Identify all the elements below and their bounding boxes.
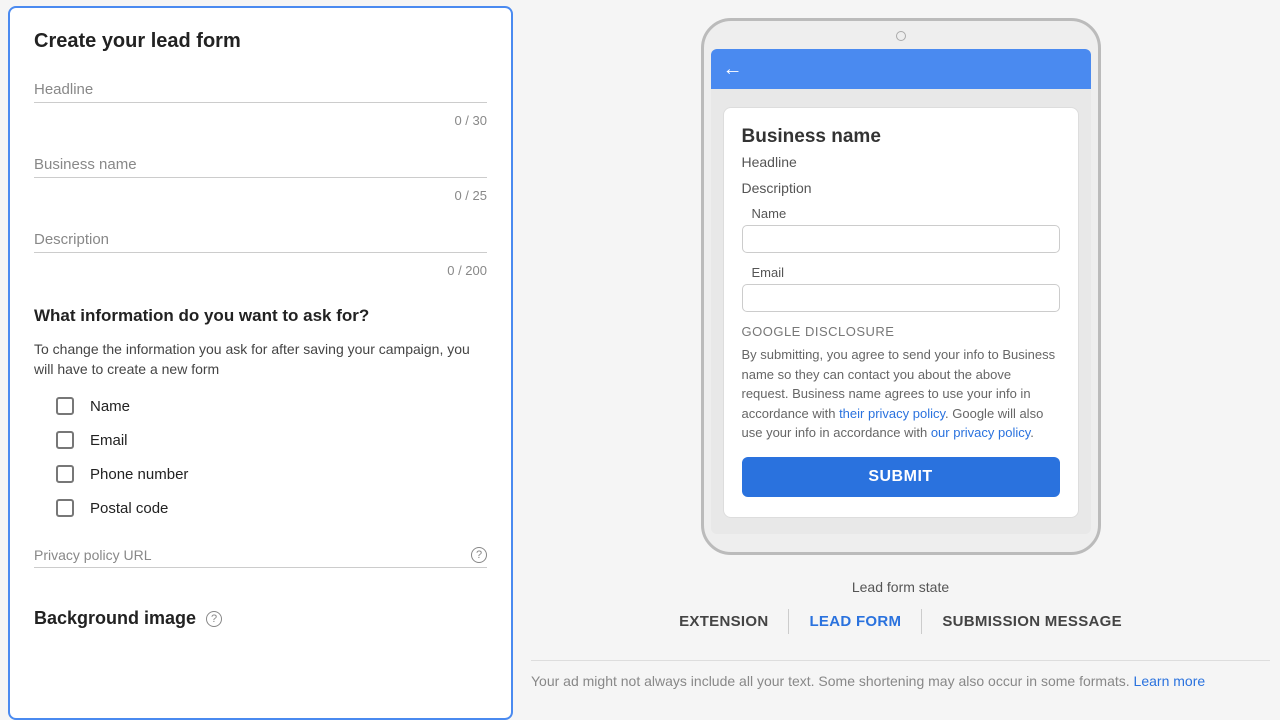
checkbox-row-phone[interactable]: Phone number <box>34 465 487 483</box>
phone-body: Business name Headline Description Name … <box>711 89 1091 534</box>
left-form-panel: Create your lead form Headline 0 / 30 Bu… <box>8 6 513 720</box>
lead-form-state-label: Lead form state <box>531 579 1270 595</box>
disclosure-part3: . <box>1030 425 1034 440</box>
checkbox-postal-label: Postal code <box>90 500 168 517</box>
checkbox-name-label: Name <box>90 398 130 415</box>
our-privacy-policy-link[interactable]: our privacy policy <box>931 425 1030 440</box>
ask-info-heading: What information do you want to ask for? <box>34 306 487 326</box>
privacy-policy-row: Privacy policy URL ? <box>34 547 487 568</box>
preview-email-input[interactable] <box>742 284 1060 312</box>
checkbox-email[interactable] <box>56 431 74 449</box>
preview-area: ← Business name Headline Description Nam… <box>521 0 1280 720</box>
preview-headline: Headline <box>742 154 1060 170</box>
headline-char-count: 0 / 30 <box>34 113 487 128</box>
state-tabs: EXTENSION LEAD FORM SUBMISSION MESSAGE <box>531 609 1270 634</box>
headline-input[interactable]: Headline <box>34 81 487 103</box>
checkbox-phone-label: Phone number <box>90 466 188 483</box>
tab-submission-message[interactable]: SUBMISSION MESSAGE <box>922 609 1142 634</box>
preview-name-label: Name <box>742 206 1060 221</box>
back-arrow-icon[interactable]: ← <box>723 58 743 81</box>
description-input[interactable]: Description <box>34 231 487 253</box>
preview-email-label: Email <box>742 265 1060 280</box>
checkbox-postal[interactable] <box>56 499 74 517</box>
their-privacy-policy-link[interactable]: their privacy policy <box>839 406 945 421</box>
help-icon[interactable]: ? <box>206 611 222 627</box>
checkbox-phone[interactable] <box>56 465 74 483</box>
disclosure-title: GOOGLE DISCLOSURE <box>742 324 1060 339</box>
preview-business-name: Business name <box>742 126 1060 148</box>
background-image-row: Background image ? <box>34 608 487 629</box>
privacy-policy-input[interactable]: Privacy policy URL <box>34 547 151 563</box>
checkbox-row-name[interactable]: Name <box>34 397 487 415</box>
help-icon[interactable]: ? <box>471 547 487 563</box>
checkbox-row-email[interactable]: Email <box>34 431 487 449</box>
preview-name-input[interactable] <box>742 225 1060 253</box>
description-field-block: Description 0 / 200 <box>34 231 487 278</box>
disclosure-text: By submitting, you agree to send your in… <box>742 345 1060 443</box>
business-field-block: Business name 0 / 25 <box>34 156 487 203</box>
business-char-count: 0 / 25 <box>34 188 487 203</box>
business-name-input[interactable]: Business name <box>34 156 487 178</box>
footer-note: Your ad might not always include all you… <box>531 660 1270 689</box>
phone-header-bar: ← <box>711 49 1091 89</box>
tab-extension[interactable]: EXTENSION <box>659 609 788 634</box>
checkbox-name[interactable] <box>56 397 74 415</box>
preview-description: Description <box>742 180 1060 196</box>
background-image-label: Background image <box>34 608 196 629</box>
learn-more-link[interactable]: Learn more <box>1134 673 1206 689</box>
ask-info-hint: To change the information you ask for af… <box>34 340 487 379</box>
footer-text: Your ad might not always include all you… <box>531 673 1134 689</box>
phone-preview-frame: ← Business name Headline Description Nam… <box>701 18 1101 555</box>
headline-field-block: Headline 0 / 30 <box>34 81 487 128</box>
checkbox-email-label: Email <box>90 432 128 449</box>
checkbox-row-postal[interactable]: Postal code <box>34 499 487 517</box>
description-char-count: 0 / 200 <box>34 263 487 278</box>
lead-form-card: Business name Headline Description Name … <box>723 107 1079 518</box>
tab-lead-form[interactable]: LEAD FORM <box>789 609 921 634</box>
phone-camera-icon <box>896 31 906 41</box>
submit-button[interactable]: SUBMIT <box>742 457 1060 497</box>
panel-title: Create your lead form <box>34 30 487 53</box>
